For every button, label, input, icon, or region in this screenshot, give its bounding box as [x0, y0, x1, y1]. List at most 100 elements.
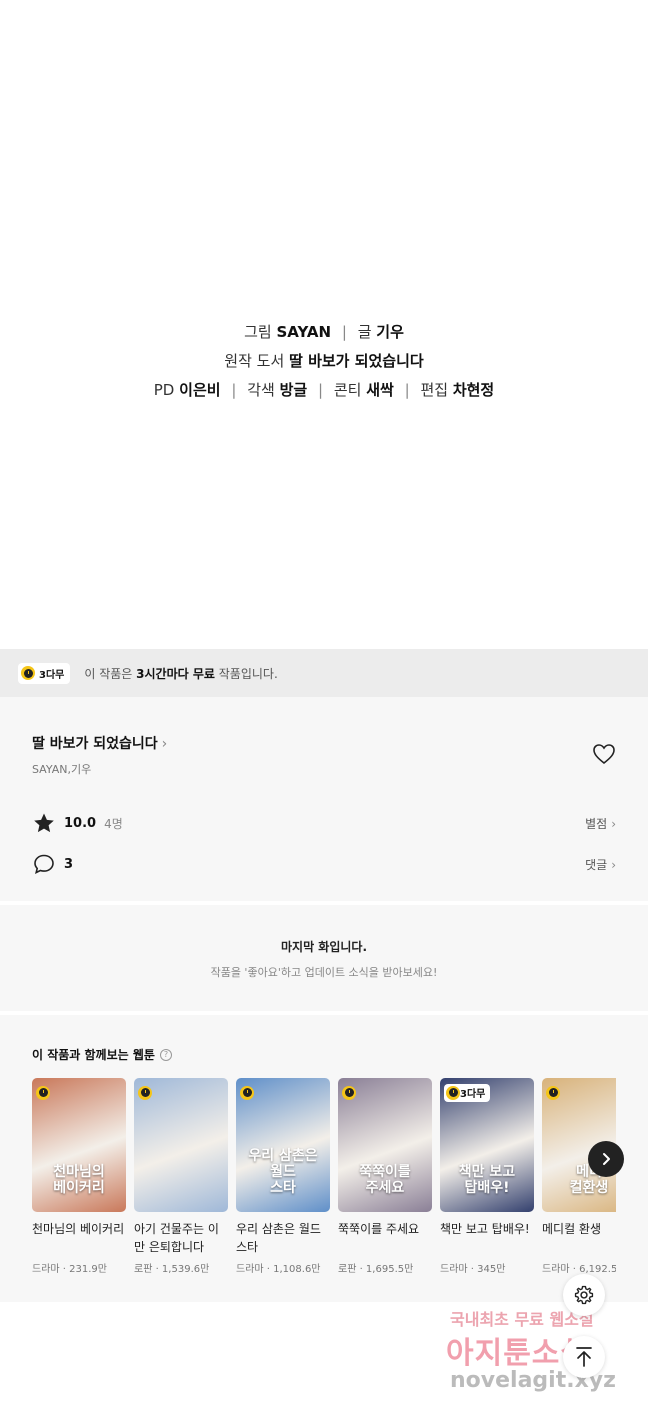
heart-icon[interactable] — [592, 743, 616, 765]
recommendation-card[interactable]: 아기 건물주는 이만 은퇴합니다 로판 · 1,539.6만 — [134, 1078, 228, 1275]
clock-icon — [446, 1085, 460, 1100]
comment-row: 3 댓글 › — [32, 852, 616, 876]
credit-label: 편집 — [420, 381, 449, 399]
comment-bubble-icon — [34, 854, 54, 874]
cover-thumbnail[interactable] — [134, 1078, 228, 1212]
rating-value: 10.0 — [64, 815, 97, 831]
cover-title-art: 쭉쭉이를 주세요 — [359, 1164, 411, 1196]
badge-label: 3다무 — [460, 1089, 486, 1100]
recommendations-panel: 이 작품과 함께보는 웹툰 ? 천마님의 베이커리 천마님의 베이커리 드라마 · … — [0, 1015, 648, 1302]
credit-value: 딸 바보가 되었습니다 — [289, 352, 424, 370]
credit-label: 각색 — [247, 381, 275, 399]
credit-value: 기우 — [376, 323, 404, 341]
wait-free-badge: 3다무 — [18, 662, 71, 684]
clock-icon — [21, 666, 35, 680]
recommendations-title: 이 작품과 함께보는 웹툰 ? — [32, 1046, 172, 1063]
carousel-next-button[interactable] — [588, 1141, 624, 1177]
card-title[interactable]: 쭉쭉이를 주세요 — [338, 1220, 432, 1256]
clock-icon — [240, 1085, 254, 1100]
last-episode-heading: 마지막 화입니다. — [280, 940, 368, 954]
card-title[interactable]: 책만 보고 탑배우! — [440, 1220, 534, 1256]
free-notice-bar: 3다무 이 작품은 3시간마다 무료 작품입니다. — [0, 649, 648, 697]
recommendations-title-text: 이 작품과 함께보는 웹툰 — [32, 1048, 155, 1062]
work-info-panel: 딸 바보가 되었습니다 › SAYAN,기우 10.0 4명 별점 › 3 댓글 › — [0, 697, 648, 901]
credit-label: PD — [153, 381, 175, 399]
settings-button[interactable] — [563, 1274, 605, 1316]
comment-count: 3 — [64, 856, 74, 872]
work-author: SAYAN,기우 — [32, 763, 92, 776]
credit-value: SAYAN — [276, 323, 332, 341]
recommendation-card[interactable]: 천마님의 베이커리 천마님의 베이커리 드라마 · 231.9만 — [32, 1078, 126, 1275]
thumbnail-badge — [138, 1082, 152, 1101]
last-episode-subtext: 작품을 '좋아요'하고 업데이트 소식을 받아보세요! — [210, 966, 438, 979]
notice-highlight: 3시간마다 무료 — [136, 666, 215, 681]
chevron-right-icon: › — [611, 857, 616, 872]
chevron-right-icon: › — [611, 816, 616, 831]
cover-title-art: 책만 보고 탑배우! — [458, 1164, 516, 1196]
gear-icon — [574, 1285, 594, 1305]
credits-line-2: 원작 도서 딸 바보가 되었습니다 — [0, 347, 648, 376]
chevron-right-icon: › — [161, 736, 168, 752]
cover-thumbnail[interactable]: 천마님의 베이커리 — [32, 1078, 126, 1212]
cover-thumbnail[interactable]: 우리 삼촌은 월드 스타 — [236, 1078, 330, 1212]
cover-thumbnail[interactable]: 쭉쭉이를 주세요 — [338, 1078, 432, 1212]
rate-link-label: 별점 — [585, 816, 608, 831]
thumbnail-badge — [342, 1082, 356, 1101]
card-title[interactable]: 우리 삼촌은 월드스타 — [236, 1220, 330, 1256]
clock-icon — [138, 1085, 152, 1100]
last-episode-panel: 마지막 화입니다. 작품을 '좋아요'하고 업데이트 소식을 받아보세요! — [0, 905, 648, 1011]
credits-line-3: PD 이은비 | 각색 방글 | 콘티 새싹 | 편집 차현정 — [0, 376, 648, 405]
notice-text: 이 작품은 3시간마다 무료 작품입니다. — [84, 665, 277, 682]
recommendation-card[interactable]: 3다무 책만 보고 탑배우! 책만 보고 탑배우! 드라마 · 345만 — [440, 1078, 534, 1275]
scroll-top-button[interactable] — [563, 1336, 605, 1378]
clock-icon — [546, 1085, 560, 1100]
card-meta: 드라마 · 1,108.6만 — [236, 1264, 321, 1275]
rating-count: 4명 — [104, 816, 123, 831]
card-meta: 드라마 · 231.9만 — [32, 1264, 107, 1275]
card-meta: 드라마 · 6,192.5 — [542, 1264, 616, 1275]
watermark: 국내최초 무료 웹소설 아지툰소설 novelagit.xyz — [442, 1302, 642, 1412]
comment-link-label: 댓글 — [585, 857, 608, 872]
recommendation-card[interactable]: 쭉쭉이를 주세요 쭉쭉이를 주세요 로판 · 1,695.5만 — [338, 1078, 432, 1275]
card-title[interactable]: 천마님의 베이커리 — [32, 1220, 126, 1256]
credit-value: 차현정 — [452, 381, 495, 399]
work-title-link[interactable]: 딸 바보가 되었습니다 › — [32, 733, 167, 753]
clock-icon — [36, 1085, 50, 1100]
credits-line-1: 그림 SAYAN | 글 기우 — [0, 318, 648, 347]
credit-value: 새싹 — [366, 381, 394, 399]
credit-label: 콘티 — [333, 381, 362, 399]
recommendation-card[interactable]: 우리 삼촌은 월드 스타우리 삼촌은 월드스타드라마 · 1,108.6만 — [236, 1078, 330, 1275]
recommendation-list: 천마님의 베이커리 천마님의 베이커리 드라마 · 231.9만 아기 건물주는 이만… — [32, 1078, 616, 1288]
cover-title-art: 우리 삼촌은 월드 스타 — [248, 1148, 318, 1196]
credit-label: 원작 도서 — [224, 352, 285, 370]
work-title: 딸 바보가 되었습니다 — [32, 736, 158, 752]
arrow-up-icon — [576, 1347, 592, 1367]
credit-value: 이은비 — [179, 381, 221, 399]
thumbnail-badge — [36, 1082, 50, 1101]
question-icon[interactable]: ? — [159, 1048, 172, 1061]
notice-prefix: 이 작품은 — [84, 666, 137, 681]
clock-icon — [342, 1085, 356, 1100]
rating-row: 10.0 4명 별점 › — [32, 811, 616, 835]
badge-label: 3다무 — [39, 669, 65, 681]
chevron-right-icon — [603, 1153, 610, 1165]
divider: | — [341, 323, 347, 341]
thumbnail-badge — [546, 1082, 560, 1101]
cover-thumbnail[interactable]: 3다무책만 보고 탑배우! — [440, 1078, 534, 1212]
thumbnail-badge: 3다무 — [444, 1082, 491, 1102]
card-meta: 드라마 · 345만 — [440, 1264, 506, 1275]
comment-link[interactable]: 댓글 › — [585, 856, 616, 873]
card-title[interactable]: 메디컬 환생 — [542, 1220, 616, 1256]
wait-free-badge: 3다무 — [444, 1083, 491, 1102]
card-meta: 로판 · 1,695.5만 — [338, 1264, 414, 1275]
card-title[interactable]: 아기 건물주는 이만 은퇴합니다 — [134, 1220, 228, 1256]
notice-suffix: 작품입니다. — [214, 666, 278, 681]
credit-value: 방글 — [279, 381, 308, 399]
cover-title-art: 천마님의 베이커리 — [53, 1164, 105, 1196]
rate-link[interactable]: 별점 › — [585, 815, 616, 832]
star-icon — [34, 813, 54, 833]
divider: | — [317, 381, 324, 399]
credit-label: 그림 — [244, 323, 272, 341]
credit-label: 글 — [357, 323, 372, 341]
divider: | — [404, 381, 410, 399]
